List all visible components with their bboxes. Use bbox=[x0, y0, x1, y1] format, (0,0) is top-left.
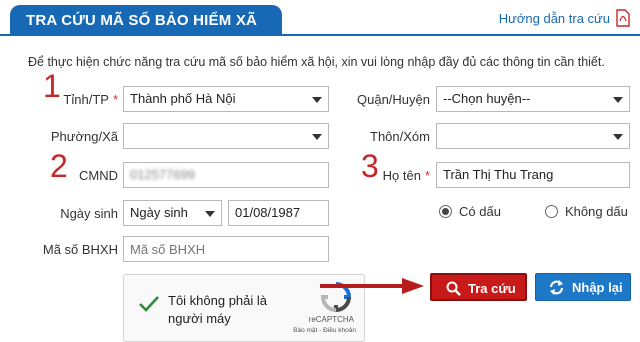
accent-off-label: Không dấu bbox=[565, 204, 628, 219]
dob-label: Ngày sinh bbox=[60, 206, 118, 221]
district-select[interactable]: --Chọn huyện-- bbox=[436, 86, 630, 112]
accent-off-radio[interactable] bbox=[545, 205, 558, 218]
search-icon bbox=[446, 281, 461, 296]
village-label: Thôn/Xóm bbox=[370, 129, 430, 144]
bhxh-label: Mã số BHXH bbox=[42, 242, 118, 257]
chevron-down-icon bbox=[205, 211, 215, 217]
district-label: Quận/Huyện bbox=[357, 92, 430, 107]
full-name-input[interactable]: Trần Thị Thu Trang bbox=[436, 162, 630, 188]
arrow-right-icon bbox=[320, 278, 424, 294]
guide-link[interactable]: Hướng dẫn tra cứu bbox=[499, 11, 610, 26]
province-label: Tỉnh/TP * bbox=[63, 92, 118, 107]
page-header: TRA CỨU MÃ SỐ BẢO HIỂM XÃ HỘI Hướng dẫn … bbox=[0, 0, 640, 60]
id-number-input[interactable]: 012577699 bbox=[123, 162, 329, 188]
intro-text: Để thực hiện chức năng tra cứu mã số bảo… bbox=[28, 55, 605, 69]
refresh-icon bbox=[549, 280, 564, 295]
province-select[interactable]: Thành phố Hà Nội bbox=[123, 86, 329, 112]
accent-on-radio[interactable] bbox=[439, 205, 452, 218]
pdf-document-icon[interactable] bbox=[616, 9, 630, 27]
full-name-label: Họ tên * bbox=[382, 168, 430, 183]
recaptcha-terms[interactable]: Bảo mật - Điều khoản bbox=[293, 327, 356, 334]
checkmark-icon[interactable] bbox=[138, 295, 160, 313]
dob-type-select[interactable]: Ngày sinh bbox=[123, 200, 222, 226]
recaptcha-label: Tôi không phải là người máy bbox=[168, 293, 268, 326]
chevron-down-icon bbox=[312, 134, 322, 140]
accent-on-label: Có dấu bbox=[459, 204, 501, 219]
village-select[interactable] bbox=[436, 123, 630, 149]
bhxh-input[interactable] bbox=[123, 236, 329, 262]
chevron-down-icon bbox=[312, 97, 322, 103]
recaptcha-brand: reCAPTCHA bbox=[308, 315, 354, 324]
dob-input[interactable]: 01/08/1987 bbox=[228, 200, 329, 226]
id-label: CMND bbox=[79, 168, 118, 183]
chevron-down-icon bbox=[613, 134, 623, 140]
ward-label: Phường/Xã bbox=[50, 129, 118, 144]
page-title: TRA CỨU MÃ SỐ BẢO HIỂM XÃ HỘI bbox=[10, 5, 282, 60]
reset-button[interactable]: Nhập lại bbox=[535, 273, 631, 301]
chevron-down-icon bbox=[613, 97, 623, 103]
search-button[interactable]: Tra cứu bbox=[430, 273, 527, 301]
ward-select[interactable] bbox=[123, 123, 329, 149]
